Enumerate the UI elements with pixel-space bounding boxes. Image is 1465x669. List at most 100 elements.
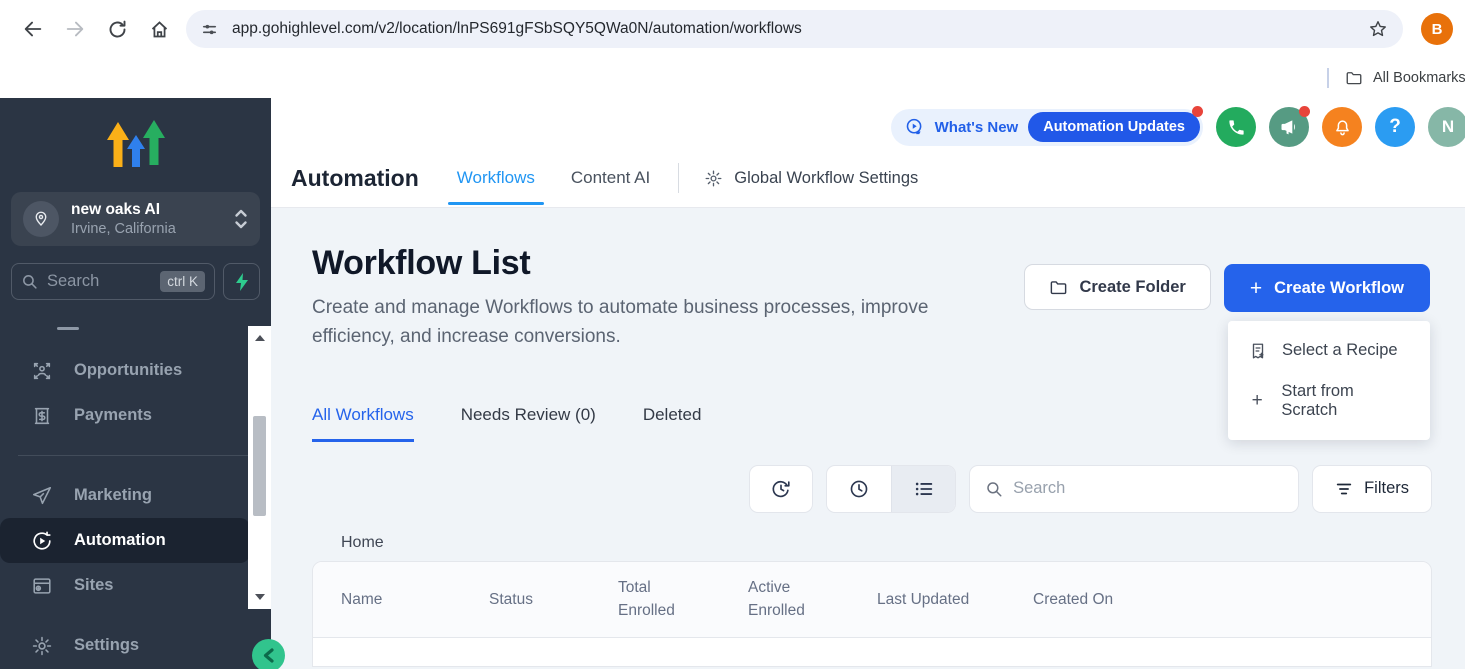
forward-icon[interactable]: [54, 8, 96, 50]
table-header-row: Name Status Total Enrolled Active Enroll…: [313, 562, 1431, 638]
bookmarks-bar: All Bookmarks: [0, 58, 1465, 98]
tab-content-ai[interactable]: Content AI: [571, 166, 650, 190]
column-header-status: Status: [489, 588, 618, 611]
gear-icon: [704, 169, 723, 188]
notifications-button[interactable]: [1322, 107, 1362, 147]
sidebar-item-opportunities[interactable]: Opportunities: [0, 348, 271, 393]
page-header: What's New Automation Updates ?: [271, 98, 1465, 208]
chevron-updown-icon: [234, 208, 248, 230]
create-workflow-button[interactable]: + Create Workflow: [1224, 264, 1430, 312]
create-workflow-dropdown: Select a Recipe + Start from Scratch: [1228, 321, 1430, 440]
filters-label: Filters: [1364, 479, 1409, 498]
sidebar-item-marketing[interactable]: Marketing: [0, 473, 271, 518]
menu-item-start-from-scratch[interactable]: + Start from Scratch: [1228, 371, 1430, 431]
folder-icon: [1049, 278, 1068, 297]
plus-icon: +: [1248, 390, 1266, 412]
tab-all-workflows[interactable]: All Workflows: [312, 405, 414, 442]
sidebar-item-automation[interactable]: Automation: [0, 518, 250, 563]
menu-item-label: Select a Recipe: [1282, 341, 1398, 360]
gear-icon: [31, 635, 53, 657]
history-button[interactable]: [749, 465, 813, 513]
sidebar-item-label: Sites: [74, 576, 113, 595]
whats-new-label: What's New: [935, 119, 1019, 136]
tab-needs-review[interactable]: Needs Review (0): [461, 405, 596, 442]
list-view-button[interactable]: [891, 466, 955, 512]
user-avatar[interactable]: N: [1428, 107, 1465, 147]
filters-button[interactable]: Filters: [1312, 465, 1432, 513]
table-body: [313, 638, 1431, 666]
sidebar-item-payments[interactable]: Payments: [0, 393, 271, 438]
sidebar-search-input[interactable]: Search ctrl K: [11, 263, 215, 300]
sidebar-divider: [18, 455, 253, 456]
sidebar: new oaks AI Irvine, California Search ct…: [0, 98, 271, 669]
global-workflow-settings-label: Global Workflow Settings: [734, 169, 918, 188]
all-bookmarks-label[interactable]: All Bookmarks: [1373, 70, 1465, 86]
folder-icon: [1345, 69, 1363, 87]
scrolled-item-remnant: [57, 327, 79, 330]
url-text: app.gohighlevel.com/v2/location/lnPS691g…: [232, 20, 802, 38]
history-icon: [770, 478, 792, 500]
page-title: Automation: [291, 165, 419, 192]
reload-icon[interactable]: [96, 8, 138, 50]
header-divider: [678, 163, 679, 193]
sidebar-item-sites[interactable]: Sites: [0, 563, 271, 608]
sidebar-item-label: Settings: [74, 636, 139, 655]
create-folder-label: Create Folder: [1079, 278, 1185, 297]
sidebar-item-label: Automation: [74, 531, 166, 550]
sidebar-item-label: Payments: [74, 406, 152, 425]
workflow-list-content: Workflow List Create and manage Workflow…: [271, 208, 1465, 669]
screen: app.gohighlevel.com/v2/location/lnPS691g…: [0, 0, 1465, 669]
whats-new-icon: [904, 117, 925, 138]
quick-actions-button[interactable]: [223, 263, 260, 300]
column-header-last-updated: Last Updated: [877, 588, 1033, 611]
column-header-active-enrolled: Active Enrolled: [748, 576, 818, 623]
scrollbar-up-arrow[interactable]: [248, 328, 271, 348]
marketing-icon: [31, 485, 53, 507]
home-icon[interactable]: [138, 8, 180, 50]
tab-workflows[interactable]: Workflows: [457, 166, 535, 190]
sidebar-item-label: Opportunities: [74, 361, 182, 380]
breadcrumb[interactable]: Home: [312, 534, 1432, 552]
sidebar-item-settings[interactable]: Settings: [0, 622, 271, 669]
notification-dot: [1299, 106, 1310, 117]
bell-icon: [1333, 118, 1352, 137]
chevron-left-icon: [262, 648, 275, 663]
tab-deleted[interactable]: Deleted: [643, 405, 702, 442]
url-bar[interactable]: app.gohighlevel.com/v2/location/lnPS691g…: [186, 10, 1403, 48]
workflow-search-field[interactable]: [969, 465, 1299, 513]
workflow-list-description: Create and manage Workflows to automate …: [312, 293, 1012, 352]
create-workflow-label: Create Workflow: [1274, 279, 1404, 298]
keyboard-shortcut-badge: ctrl K: [160, 271, 205, 292]
bookmark-star-icon[interactable]: [1361, 12, 1395, 46]
megaphone-icon: [1279, 117, 1299, 137]
location-pin-icon: [23, 201, 59, 237]
global-workflow-settings-link[interactable]: Global Workflow Settings: [704, 169, 918, 188]
plus-icon: +: [1250, 278, 1262, 299]
workflow-search-input[interactable]: [1013, 479, 1283, 498]
time-view-button[interactable]: [827, 466, 891, 512]
automation-updates-badge[interactable]: Automation Updates: [1028, 112, 1200, 142]
payments-icon: [31, 405, 53, 427]
avatar-initial: N: [1442, 117, 1454, 137]
recipe-icon: [1248, 342, 1267, 360]
site-settings-icon[interactable]: [194, 14, 224, 44]
phone-button[interactable]: [1216, 107, 1256, 147]
column-header-created-on: Created On: [1033, 588, 1431, 611]
view-toggle-group: [826, 465, 956, 513]
create-folder-button[interactable]: Create Folder: [1024, 264, 1210, 310]
notification-dot: [1192, 106, 1203, 117]
sites-icon: [31, 575, 53, 597]
scrollbar-down-arrow[interactable]: [248, 587, 271, 607]
scrollbar-thumb[interactable]: [253, 416, 266, 516]
bookmarks-divider: [1327, 68, 1329, 88]
account-switcher[interactable]: new oaks AI Irvine, California: [11, 192, 260, 246]
browser-profile-avatar[interactable]: B: [1421, 13, 1453, 45]
back-icon[interactable]: [12, 8, 54, 50]
sidebar-collapse-button[interactable]: [252, 639, 285, 669]
sidebar-scrollbar[interactable]: [248, 326, 271, 609]
announcements-button[interactable]: [1269, 107, 1309, 147]
sidebar-item-label: Marketing: [74, 486, 152, 505]
menu-item-select-recipe[interactable]: Select a Recipe: [1228, 330, 1430, 371]
help-button[interactable]: ?: [1375, 107, 1415, 147]
whats-new-pill[interactable]: What's New Automation Updates: [891, 109, 1203, 146]
